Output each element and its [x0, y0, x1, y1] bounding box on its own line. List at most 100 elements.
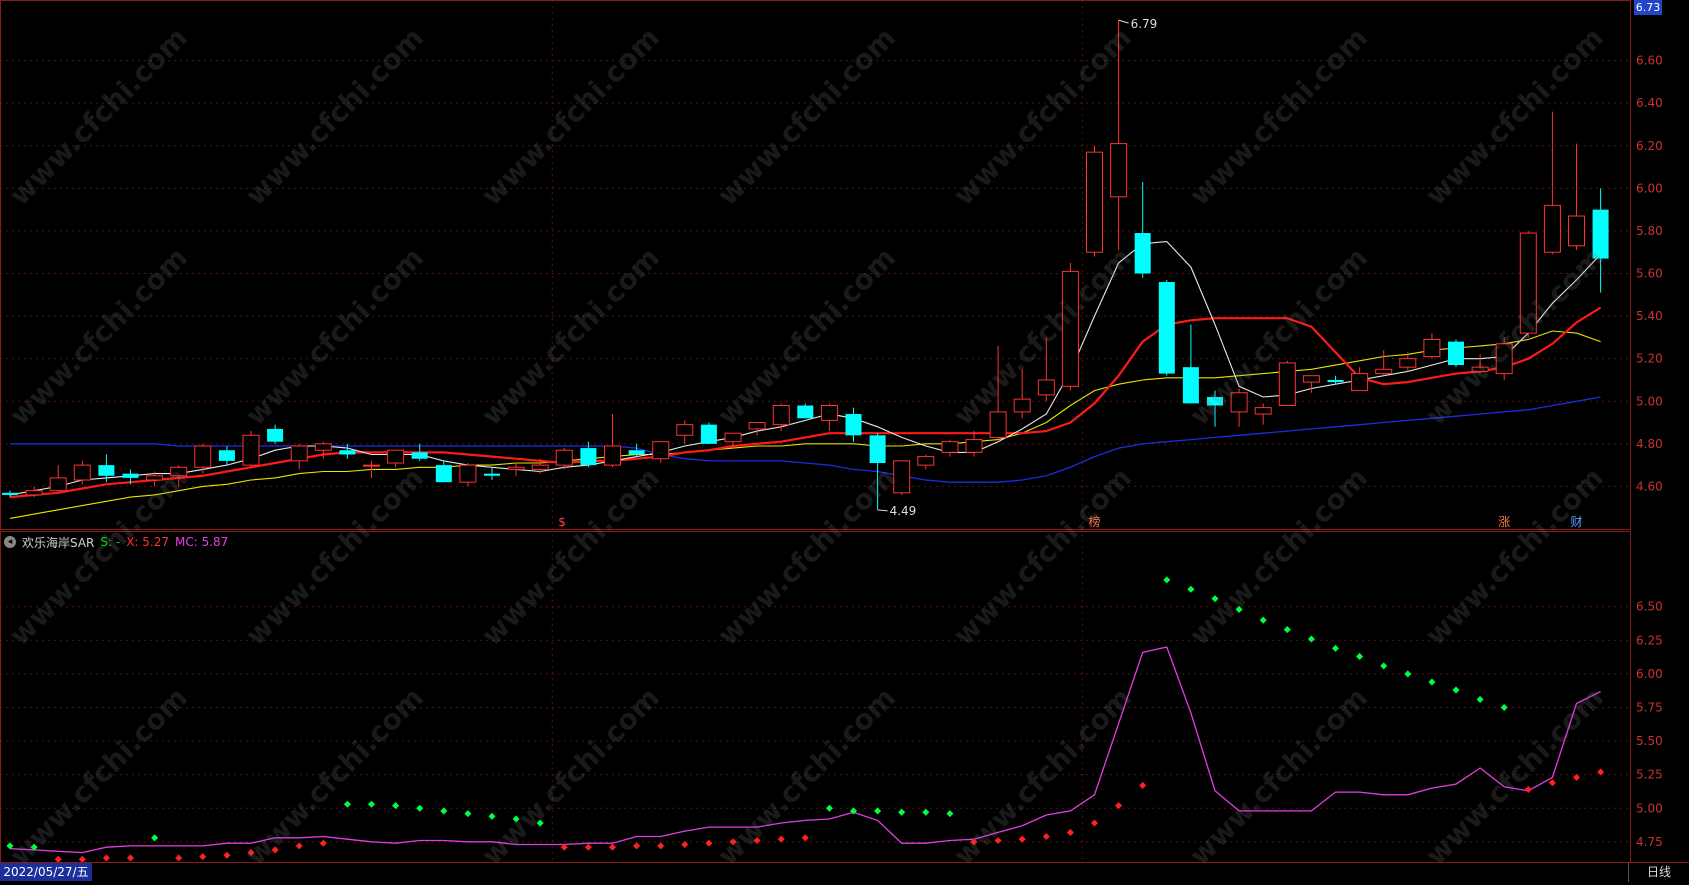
sar-dot	[367, 800, 376, 808]
indicator-tick-label: 5.25	[1636, 768, 1663, 782]
candle-body	[1495, 343, 1513, 375]
candle-body	[242, 434, 260, 466]
candle-body	[1592, 209, 1609, 259]
candle	[941, 439, 959, 457]
sar-dot	[1380, 662, 1388, 670]
candle-body	[580, 448, 597, 466]
candle-body	[1375, 368, 1393, 375]
indicator-tick-label: 4.75	[1636, 835, 1663, 849]
candle	[555, 448, 573, 470]
sar-dot	[271, 846, 279, 854]
price-tick-label: 5.60	[1636, 267, 1663, 281]
candle-body	[267, 428, 284, 442]
indicator-toggle-icon[interactable]: ◂	[4, 536, 16, 548]
candle-body	[652, 441, 670, 460]
sar-dot	[1524, 785, 1532, 793]
candle	[1592, 188, 1609, 293]
event-marker: 涨	[1498, 514, 1510, 529]
candle-body	[194, 445, 212, 468]
event-marker: $	[558, 515, 566, 529]
candle-body	[869, 435, 886, 463]
mc-line	[9, 646, 1601, 854]
sar-dot	[464, 810, 472, 818]
candle-body	[2, 492, 18, 495]
candle-body	[1230, 392, 1248, 413]
candle-body	[1278, 362, 1296, 407]
candle-body	[604, 445, 621, 466]
indicator-header: ◂ 欢乐海岸SAR S: - X: 5.27 MC: 5.87	[4, 533, 228, 551]
candle	[484, 467, 500, 481]
price-tick-label: 4.80	[1636, 437, 1663, 451]
current-price-tag: 6.73	[1634, 0, 1662, 15]
candle-body	[411, 452, 428, 459]
sar-dot	[874, 807, 882, 815]
sar-dot	[1259, 616, 1267, 624]
candle-body	[555, 449, 573, 466]
indicator-name: 欢乐海岸SAR	[22, 535, 95, 550]
candle-body	[387, 449, 405, 464]
candle-body	[459, 464, 477, 483]
candle	[965, 431, 983, 457]
candle-body	[170, 466, 188, 477]
event-marker: 财	[1571, 515, 1583, 529]
cursor-date-label: 2022/05/27/五	[0, 863, 92, 881]
sar-dot	[898, 808, 906, 816]
candle	[676, 420, 694, 444]
sar-dot	[705, 839, 713, 847]
indicator-s-value: S: -	[100, 535, 121, 549]
indicator-tick-label: 5.00	[1636, 801, 1663, 815]
candle	[652, 441, 670, 463]
candle-body	[73, 464, 91, 481]
candle	[387, 449, 405, 468]
sar-dot	[1428, 678, 1436, 686]
indicator-x-value: X: 5.27	[126, 535, 169, 549]
candle-body	[49, 477, 67, 492]
candle	[700, 422, 717, 444]
event-marker: 榜	[1089, 514, 1101, 529]
candle	[194, 443, 212, 474]
sar-dot	[946, 810, 954, 818]
candle	[748, 422, 766, 436]
candle	[73, 460, 91, 485]
candle-body	[98, 465, 115, 476]
ma10-line	[9, 306, 1602, 499]
sar-dot	[343, 800, 351, 808]
candle	[49, 465, 67, 493]
price-tick-label: 5.00	[1636, 394, 1663, 408]
candle-body	[1158, 282, 1175, 374]
candle-body	[965, 439, 983, 453]
sar-dot	[126, 854, 135, 862]
candle	[1278, 360, 1296, 407]
candle-body	[700, 424, 717, 444]
low-price-label: 4.49	[890, 504, 917, 518]
sar-dot	[512, 815, 520, 823]
candle-body	[1568, 215, 1585, 247]
sar-dot	[1452, 686, 1460, 694]
sar-dot	[416, 804, 424, 812]
indicator-tick-label: 6.50	[1636, 600, 1663, 614]
candle-body	[676, 424, 694, 436]
chart-canvas: 6.79 4.49 $ 榜 涨 财 6.60 6.40 6.20 6.00 5.80 5.60 5.4…	[0, 0, 1689, 863]
sar-dot	[319, 839, 327, 847]
sar-dot	[729, 838, 737, 846]
period-selector[interactable]: 日线	[1628, 862, 1689, 882]
candle-body	[1061, 270, 1079, 387]
sar-dot	[102, 854, 110, 862]
price-tick-label: 6.00	[1636, 181, 1663, 195]
candle-body	[1519, 232, 1537, 334]
sar-dot	[151, 834, 159, 842]
candle	[1110, 20, 1128, 251]
candle	[1037, 337, 1055, 402]
sar-dot	[1331, 644, 1340, 652]
candle-body	[1543, 204, 1561, 253]
candle	[290, 443, 308, 470]
candle	[1423, 333, 1441, 359]
sar-dot	[1356, 652, 1364, 660]
candle-body	[531, 464, 549, 470]
candle-body	[1471, 366, 1489, 372]
candle	[1207, 390, 1223, 427]
sar-dot	[78, 855, 86, 863]
sar-dot	[1139, 781, 1147, 789]
high-pointer	[1118, 19, 1129, 24]
price-tick-label: 5.20	[1636, 352, 1663, 366]
